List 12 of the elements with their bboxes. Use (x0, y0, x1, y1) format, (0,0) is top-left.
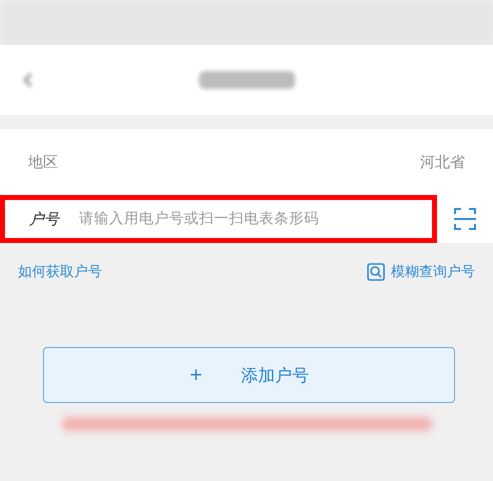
fuzzy-search-label: 模糊查询户号 (391, 263, 475, 281)
help-link[interactable]: 如何获取户号 (18, 263, 102, 281)
account-field[interactable]: 户号 请输入用电户号或扫一扫电表条形码 (0, 195, 437, 243)
region-row[interactable]: 地区 河北省 (0, 129, 493, 195)
fuzzy-search-link[interactable]: 模糊查询户号 (367, 263, 475, 281)
search-icon (367, 263, 385, 281)
account-input-field[interactable]: 请输入用电户号或扫一扫电表条形码 (77, 210, 411, 228)
scan-icon[interactable] (453, 207, 477, 231)
region-label: 地区 (28, 152, 58, 172)
account-label: 户号 (29, 210, 59, 228)
region-value: 河北省 (420, 152, 465, 172)
add-account-button[interactable]: + 添加户号 (43, 347, 455, 403)
